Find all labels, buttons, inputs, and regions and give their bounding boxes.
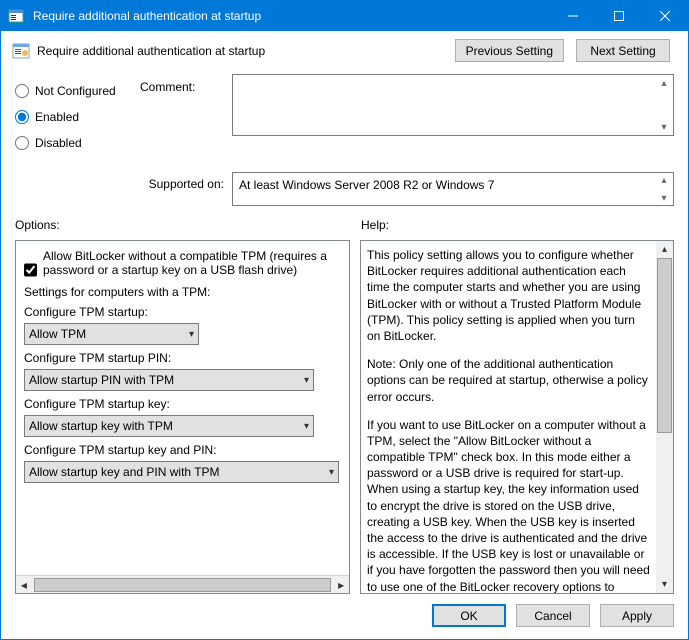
configure-tpm-key-dropdown[interactable]: Allow startup key with TPM ▾ bbox=[24, 415, 314, 437]
configure-tpm-key-pin-value: Allow startup key and PIN with TPM bbox=[29, 465, 220, 479]
radio-enabled[interactable]: Enabled bbox=[15, 110, 140, 124]
supported-on-label: Supported on: bbox=[15, 172, 232, 206]
allow-bitlocker-no-tpm-checkbox[interactable] bbox=[24, 263, 37, 277]
minimize-button[interactable] bbox=[550, 1, 596, 31]
radio-not-configured-label: Not Configured bbox=[35, 84, 116, 98]
configure-tpm-startup-value: Allow TPM bbox=[29, 327, 86, 341]
radio-enabled-label: Enabled bbox=[35, 110, 79, 124]
configure-tpm-pin-dropdown[interactable]: Allow startup PIN with TPM ▾ bbox=[24, 369, 314, 391]
configure-tpm-startup-label: Configure TPM startup: bbox=[24, 305, 341, 319]
radio-not-configured[interactable]: Not Configured bbox=[15, 84, 140, 98]
configure-tpm-key-pin-label: Configure TPM startup key and PIN: bbox=[24, 443, 341, 457]
configure-tpm-key-pin-dropdown[interactable]: Allow startup key and PIN with TPM ▾ bbox=[24, 461, 339, 483]
help-paragraph: If you want to use BitLocker on a comput… bbox=[367, 417, 650, 593]
cancel-button[interactable]: Cancel bbox=[516, 604, 590, 627]
dialog-footer: OK Cancel Apply bbox=[1, 594, 688, 639]
titlebar: Require additional authentication at sta… bbox=[1, 1, 688, 31]
hscroll-thumb[interactable] bbox=[34, 578, 331, 592]
chevron-down-icon: ▾ bbox=[304, 375, 309, 386]
chevron-up-icon[interactable]: ▴ bbox=[656, 241, 673, 258]
next-setting-button[interactable]: Next Setting bbox=[576, 39, 670, 62]
window-title: Require additional authentication at sta… bbox=[31, 9, 550, 23]
help-panel: This policy setting allows you to config… bbox=[360, 240, 674, 594]
radio-disabled-input[interactable] bbox=[15, 136, 29, 150]
radio-enabled-input[interactable] bbox=[15, 110, 29, 124]
vscroll-track[interactable] bbox=[656, 258, 673, 576]
ok-label: OK bbox=[460, 609, 477, 623]
options-label: Options: bbox=[15, 218, 355, 232]
supported-on-value: At least Windows Server 2008 R2 or Windo… bbox=[239, 178, 494, 192]
policy-editor-window: Require additional authentication at sta… bbox=[0, 0, 689, 640]
previous-setting-label: Previous Setting bbox=[466, 44, 553, 58]
configure-tpm-key-value: Allow startup key with TPM bbox=[29, 419, 173, 433]
close-button[interactable] bbox=[642, 1, 688, 31]
radio-disabled-label: Disabled bbox=[35, 136, 82, 150]
chevron-down-icon: ▾ bbox=[189, 329, 194, 340]
allow-bitlocker-no-tpm-label: Allow BitLocker without a compatible TPM… bbox=[43, 249, 341, 277]
radio-disabled[interactable]: Disabled bbox=[15, 136, 140, 150]
help-paragraph: This policy setting allows you to config… bbox=[367, 247, 650, 344]
radio-not-configured-input[interactable] bbox=[15, 84, 29, 98]
app-icon bbox=[1, 1, 31, 31]
configure-tpm-pin-label: Configure TPM startup PIN: bbox=[24, 351, 341, 365]
chevron-left-icon[interactable]: ◂ bbox=[16, 578, 32, 592]
apply-button[interactable]: Apply bbox=[600, 604, 674, 627]
next-setting-label: Next Setting bbox=[590, 44, 655, 58]
comment-label: Comment: bbox=[140, 74, 232, 162]
apply-label: Apply bbox=[622, 609, 652, 623]
supported-on-field: At least Windows Server 2008 R2 or Windo… bbox=[232, 172, 674, 206]
help-text: This policy setting allows you to config… bbox=[361, 241, 656, 593]
help-label: Help: bbox=[355, 218, 674, 232]
configure-tpm-pin-value: Allow startup PIN with TPM bbox=[29, 373, 174, 387]
help-vscrollbar[interactable]: ▴ ▾ bbox=[656, 241, 673, 593]
subheader: Require additional authentication at sta… bbox=[1, 31, 688, 70]
maximize-button[interactable] bbox=[596, 1, 642, 31]
ok-button[interactable]: OK bbox=[432, 604, 506, 627]
chevron-down-icon[interactable]: ▾ bbox=[656, 576, 673, 593]
vscroll-thumb[interactable] bbox=[657, 258, 672, 433]
help-paragraph: Note: Only one of the additional authent… bbox=[367, 356, 650, 405]
configure-tpm-key-label: Configure TPM startup key: bbox=[24, 397, 341, 411]
options-panel: Allow BitLocker without a compatible TPM… bbox=[15, 240, 350, 594]
configure-tpm-startup-dropdown[interactable]: Allow TPM ▾ bbox=[24, 323, 199, 345]
policy-icon bbox=[11, 41, 31, 61]
options-hscrollbar[interactable]: ◂ ▸ bbox=[16, 575, 349, 593]
chevron-down-icon[interactable]: ▾ bbox=[657, 120, 671, 134]
tpm-section-label: Settings for computers with a TPM: bbox=[24, 285, 341, 299]
chevron-up-icon[interactable]: ▴ bbox=[657, 76, 671, 90]
policy-title: Require additional authentication at sta… bbox=[37, 44, 455, 58]
chevron-up-icon[interactable]: ▴ bbox=[657, 173, 671, 187]
chevron-down-icon[interactable]: ▾ bbox=[657, 191, 671, 205]
cancel-label: Cancel bbox=[534, 609, 571, 623]
comment-field[interactable]: ▴ ▾ bbox=[232, 74, 674, 136]
previous-setting-button[interactable]: Previous Setting bbox=[455, 39, 564, 62]
chevron-down-icon: ▾ bbox=[304, 421, 309, 432]
chevron-down-icon: ▾ bbox=[329, 467, 334, 478]
chevron-right-icon[interactable]: ▸ bbox=[333, 578, 349, 592]
